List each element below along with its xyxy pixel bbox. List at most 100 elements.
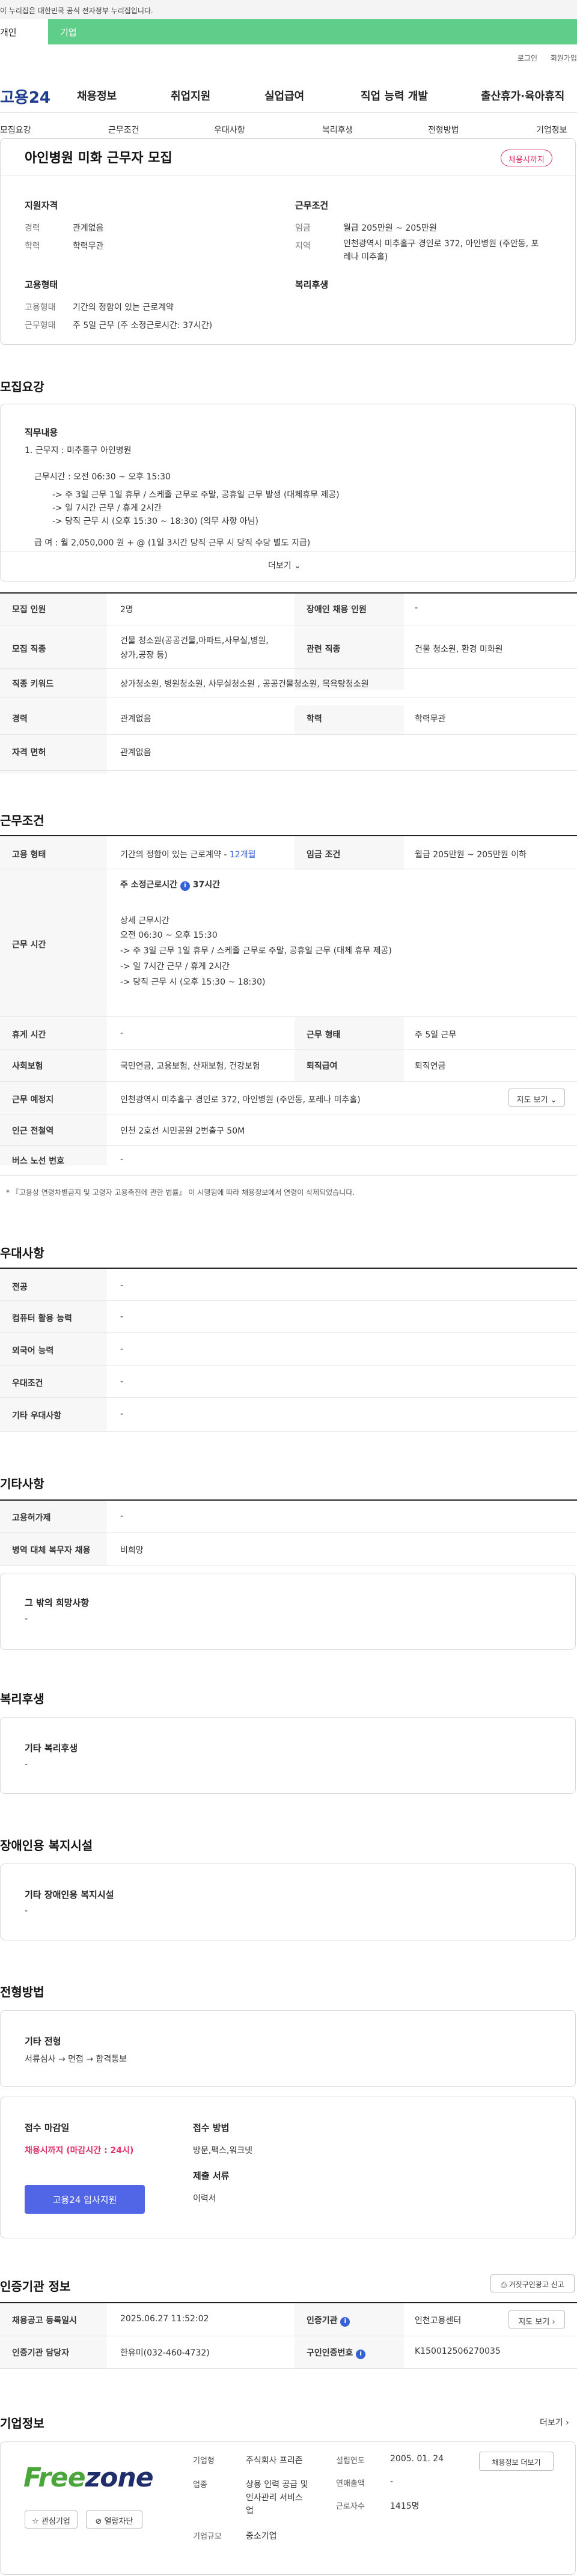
wage-value: 월급 205만원 ~ 205만원 [343,223,437,233]
job-title: 아인병원 미화 근무자 모집 [25,151,172,166]
retirement-value: 퇴직연금 [415,1062,446,1071]
sales-value: - [390,2477,394,2486]
rest-time-value: - [120,1028,124,1038]
work-form-row-label: 근무 형태 [307,1030,341,1040]
industry-value-3: 업 [246,2506,254,2516]
language-label: 외국어 능력 [12,1346,54,1356]
other-wishes-heading: 그 밖의 희망사항 [25,1597,90,1608]
favorite-company-button[interactable]: ☆ 관심기업 [25,2511,78,2529]
other-wishes-value: - [25,1614,28,1624]
industry-value-1: 상용 인력 공급 및 [246,2480,308,2489]
login-link[interactable]: 로그인 [517,54,537,62]
detail-hours-heading: 상세 근무시간 [120,916,169,926]
job-category-value-2: 상가,공장 등) [120,651,168,660]
company-section-title: 기업정보 [0,2416,44,2431]
disabled-card: 기타 장애인용 복지시설 - [0,1864,576,1940]
apply-method-heading: 접수 방법 [193,2122,230,2133]
print-icon: ⎙ [501,2280,507,2289]
disabled-section-title: 장애인용 복지시설 [0,1838,93,1853]
nav-vocational-training[interactable]: 직업 능력 개발 [361,88,428,103]
signup-link[interactable]: 회원가입 [551,54,577,62]
major-label: 전공 [12,1283,28,1292]
nav-jobs[interactable]: 채용정보 [77,88,117,103]
work-form-label: 근무형태 [25,321,56,330]
region-value-line1: 인천광역시 미추홀구 경인로 372, 아인병원 (주안동, 포 [343,239,539,249]
deadline-heading: 접수 마감일 [25,2122,70,2133]
company-jobs-button[interactable]: 채용정보 더보기 [479,2452,554,2471]
work-form-value: 주 5일 근무 (주 소정근로시간: 37시간) [73,321,213,330]
duty-line-5: -> 당직 근무 시 (오후 15:30 ~ 18:30) (의무 사항 아님) [52,517,258,526]
nav-parental-leave[interactable]: 출산휴가·육아휴직 [481,88,564,103]
tab-personal[interactable]: 개인 [0,19,48,44]
duty-line-6: 급 여 : 월 2,050,000 원 + @ (1일 3시간 당직 근무 시 … [34,538,311,548]
size-label: 기업규모 [193,2532,222,2541]
job-category-label: 모집 직종 [12,645,46,654]
military-value: 비희망 [120,1546,144,1555]
wage-label: 임금 [295,223,311,233]
est-label: 설립연도 [336,2456,365,2465]
bus-label: 버스 노선 번호 [12,1156,65,1166]
site-logo[interactable]: 고용24 [0,85,50,108]
job-category-value-1: 건물 청소원(공공건물,아파트,사무실,병원, [120,636,269,646]
keyword-value: 상가청소원, 병원청소원, 사무실청소원 , 공공건물청소원, 목욕탕청소원 [120,679,369,689]
info-icon[interactable]: i [356,2350,366,2359]
chevron-right-icon: › [552,2318,555,2327]
conditions-heading: 근무조건 [295,200,329,211]
selection-card: 기타 전형 서류심사 → 면접 → 합격통보 [0,2010,576,2087]
agency-map-button[interactable]: 지도 보기 › [508,2310,565,2328]
related-job-label: 관련 직종 [307,645,341,654]
age-notice: * 『고용상 연령차별금지 및 고령자 고용촉진에 관한 법률』 이 시행됨에 … [6,1188,355,1197]
detail-hours-1: 오전 06:30 ~ 오후 15:30 [120,931,218,940]
work-form-row-value: 주 5일 근무 [415,1030,457,1040]
lnb-recruit[interactable]: 모집요강 [0,124,31,136]
duty-line-3: -> 주 3일 근무 1일 휴무 / 스케줄 근무로 주말, 공휴일 근무 발생… [52,490,340,500]
map-button[interactable]: 지도 보기 ⌄ [508,1089,565,1107]
block-view-button[interactable]: ⊘ 열람차단 [86,2511,142,2529]
detail-hours-3: -> 일 7시간 근무 / 휴게 2시간 [120,962,230,971]
company-type-label: 기업형 [193,2456,215,2465]
detail-hours-4: -> 당직 근무 시 (오후 15:30 ~ 18:30) [120,977,266,987]
major-value: - [120,1281,124,1290]
util-links: 로그인 회원가입 [507,53,577,63]
subway-value: 인천 2호선 시민공원 2번출구 50M [120,1126,245,1136]
ban-icon: ⊘ [95,2517,102,2526]
company-more-link[interactable]: 더보기 › [540,2416,569,2428]
lnb-selection[interactable]: 전형방법 [428,124,459,136]
insurance-value: 국민연금, 고용보험, 산재보험, 건강보험 [120,1062,260,1071]
education-label: 학력 [25,242,40,251]
lnb-conditions[interactable]: 근무조건 [108,124,139,136]
work-permit-label: 고용허가제 [12,1513,51,1523]
preference-value: - [120,1377,124,1387]
info-icon[interactable]: i [180,881,190,891]
lnb-preferred[interactable]: 우대사항 [214,124,245,136]
agency-label: 인증기관 i [307,2314,350,2327]
duty-line-2: 근무시간 : 오전 06:30 ~ 오후 15:30 [34,472,171,482]
education-row-value: 학력무관 [415,714,446,724]
lnb-welfare[interactable]: 복리후생 [322,124,353,136]
license-value: 관계없음 [120,748,151,758]
documents-heading: 제출 서류 [193,2170,230,2181]
tab-business[interactable]: 기업 [60,26,77,38]
headcount-value: 2명 [120,605,133,615]
selection-box-heading: 기타 전형 [25,2036,61,2047]
reg-date-value: 2025.06.27 11:52:02 [120,2314,209,2324]
contract-period-link[interactable]: 12개월 [230,850,256,860]
employees-label: 근로자수 [336,2502,365,2511]
selection-section-title: 전형방법 [0,1985,44,1999]
status-badge: 채용시까지 [501,150,552,166]
selection-box-value: 서류심사 → 면접 → 합격통보 [25,2055,127,2064]
retirement-label: 퇴직급여 [307,1062,338,1071]
recruit-section-title: 모집요강 [0,380,44,394]
report-button[interactable]: ⎙ 거짓구인광고 신고 [490,2274,575,2292]
insurance-label: 사회보험 [12,1062,43,1071]
lnb-company[interactable]: 기업정보 [536,124,567,136]
preferred-section-title: 우대사항 [0,1246,44,1260]
info-icon[interactable]: i [340,2317,350,2327]
more-button[interactable]: 더보기 ⌄ [268,559,301,571]
nav-employment-support[interactable]: 취업지원 [171,88,210,103]
employment-type-label: 고용형태 [25,303,56,312]
career-label: 경력 [25,223,40,233]
top-tabbar: 개인 기업 [0,19,577,44]
apply-button[interactable]: 고용24 입사지원 [25,2185,145,2214]
nav-unemployment-benefit[interactable]: 실업급여 [264,88,304,103]
